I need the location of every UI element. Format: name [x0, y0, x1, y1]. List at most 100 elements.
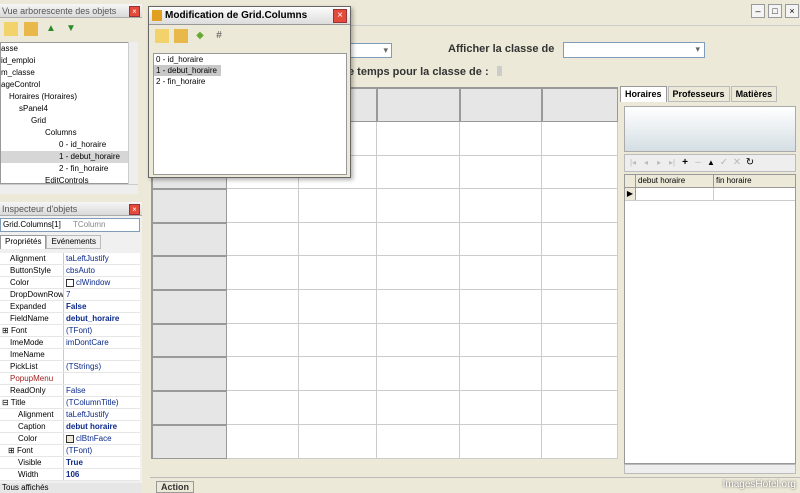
tree-node[interactable]: asse [1, 43, 137, 55]
grid-cell[interactable] [299, 223, 377, 256]
grid-fixed-cell[interactable] [542, 88, 618, 122]
grid-cell[interactable] [460, 156, 542, 189]
first-combo[interactable]: ▾ [348, 43, 392, 58]
property-row[interactable]: PopupMenu [0, 373, 140, 385]
db-grid-hscrollbar[interactable] [624, 464, 796, 474]
grid-fixed-cell[interactable] [152, 391, 227, 425]
grid-cell[interactable] [227, 189, 299, 223]
grid-cell[interactable] [460, 256, 542, 290]
grid-cell[interactable] [460, 189, 542, 223]
grid-fixed-cell[interactable] [152, 256, 227, 290]
property-row[interactable]: ⊞ Font (TFont) [0, 325, 140, 337]
grid-fixed-cell[interactable] [152, 425, 227, 459]
grid-cell[interactable] [227, 223, 299, 256]
grid-cell[interactable] [377, 357, 460, 391]
tree-node[interactable]: id_emploi [1, 55, 137, 67]
grid-cell[interactable] [542, 223, 618, 256]
last-record-icon[interactable]: ▸| [666, 157, 678, 169]
grid-cell[interactable] [542, 256, 618, 290]
tree-node[interactable]: 0 - id_horaire [1, 139, 137, 151]
grid-fixed-cell[interactable] [152, 223, 227, 256]
grid-cell[interactable] [542, 357, 618, 391]
add-all-fields-icon[interactable]: ◆ [193, 29, 207, 43]
delete-icon[interactable]: – [692, 157, 704, 169]
add-item-icon[interactable] [155, 29, 169, 43]
grid-cell[interactable] [460, 391, 542, 425]
property-row[interactable]: ⊞ Font (TFont) [0, 445, 140, 457]
tab-matieres[interactable]: Matières [730, 86, 778, 102]
maximize-icon[interactable]: □ [768, 4, 782, 18]
grid-fixed-cell[interactable] [152, 324, 227, 357]
column-header[interactable]: debut horaire [636, 175, 714, 187]
list-item[interactable]: 2 - fin_horaire [154, 76, 346, 87]
tree-hscrollbar[interactable] [0, 184, 138, 194]
grid-cell[interactable] [227, 290, 299, 324]
tab-proprietes[interactable]: Propriétés [0, 235, 47, 249]
grid-cell[interactable] [299, 290, 377, 324]
grid-cell[interactable] [460, 290, 542, 324]
property-row[interactable]: ButtonStyle cbsAuto [0, 265, 140, 277]
grid-icon[interactable]: # [212, 29, 226, 43]
delete-item-icon[interactable] [174, 29, 188, 43]
object-selector[interactable]: Grid.Columns[1] TColumn [0, 218, 140, 232]
property-row[interactable]: DropDownRow 7 [0, 289, 140, 301]
close-icon[interactable]: × [129, 204, 140, 215]
property-row[interactable]: ReadOnly False [0, 385, 140, 397]
grid-cell[interactable] [377, 189, 460, 223]
grid-cell[interactable] [299, 425, 377, 459]
tree-scrollbar[interactable] [128, 42, 138, 184]
insert-icon[interactable]: + [679, 157, 691, 169]
minimize-icon[interactable]: – [751, 4, 765, 18]
grid-cell[interactable] [227, 425, 299, 459]
property-row[interactable]: PickList (TStrings) [0, 361, 140, 373]
tree-node[interactable]: sPanel4 [1, 103, 137, 115]
next-record-icon[interactable]: ▸ [653, 157, 665, 169]
edit-icon[interactable]: ▲ [705, 157, 717, 169]
grid-cell[interactable] [377, 425, 460, 459]
grid-cell[interactable] [542, 122, 618, 156]
grid-cell[interactable] [377, 324, 460, 357]
grid-cell[interactable] [460, 357, 542, 391]
tree-node[interactable]: m_classe [1, 67, 137, 79]
grid-fixed-cell[interactable] [152, 357, 227, 391]
tab-horaires[interactable]: Horaires [620, 86, 667, 102]
property-grid[interactable]: Alignment taLeftJustify ButtonStyle cbsAut… [0, 253, 140, 481]
property-row[interactable]: Width 106 [0, 469, 140, 481]
list-item-selected[interactable]: 1 - debut_horaire [154, 65, 221, 76]
close-icon[interactable]: × [785, 4, 799, 18]
property-row[interactable]: Visible True [0, 457, 140, 469]
tree-view[interactable]: asse id_emploi m_classe ageControl Horai… [0, 42, 138, 184]
grid-fixed-cell[interactable] [460, 88, 542, 122]
grid-cell[interactable] [377, 122, 460, 156]
grid-cell[interactable] [460, 425, 542, 459]
table-row[interactable]: ▶ [625, 188, 795, 201]
post-icon[interactable]: ✓ [718, 157, 730, 169]
grid-cell[interactable] [299, 256, 377, 290]
grid-cell[interactable] [542, 425, 618, 459]
grid-cell[interactable] [460, 324, 542, 357]
grid-cell[interactable] [299, 324, 377, 357]
first-record-icon[interactable]: |◂ [627, 157, 639, 169]
column-header[interactable]: fin horaire [714, 175, 794, 187]
property-row[interactable]: ⊟ Title (TColumnTitle) [0, 397, 140, 409]
grid-cell[interactable] [542, 189, 618, 223]
property-row[interactable]: Expanded False [0, 301, 140, 313]
grid-cell[interactable] [299, 189, 377, 223]
arrow-up-icon[interactable]: ▲ [44, 22, 58, 36]
prior-record-icon[interactable]: ◂ [640, 157, 652, 169]
action-label[interactable]: Action [156, 481, 194, 493]
grid-cell[interactable] [377, 156, 460, 189]
grid-fixed-cell[interactable] [152, 290, 227, 324]
tree-node[interactable]: Horaires (Horaires) [1, 91, 137, 103]
grid-cell[interactable] [377, 391, 460, 425]
property-row[interactable]: Color clWindow [0, 277, 140, 289]
tree-node[interactable]: Columns [1, 127, 137, 139]
grid-cell[interactable] [542, 324, 618, 357]
grid-fixed-cell[interactable] [377, 88, 460, 122]
close-icon[interactable]: × [129, 6, 140, 17]
grid-cell[interactable] [299, 391, 377, 425]
columns-list[interactable]: 0 - id_horaire 1 - debut_horaire 2 - fin… [153, 53, 347, 175]
grid-cell[interactable] [542, 290, 618, 324]
refresh-icon[interactable]: ↻ [744, 157, 756, 169]
tree-node[interactable]: Grid [1, 115, 137, 127]
